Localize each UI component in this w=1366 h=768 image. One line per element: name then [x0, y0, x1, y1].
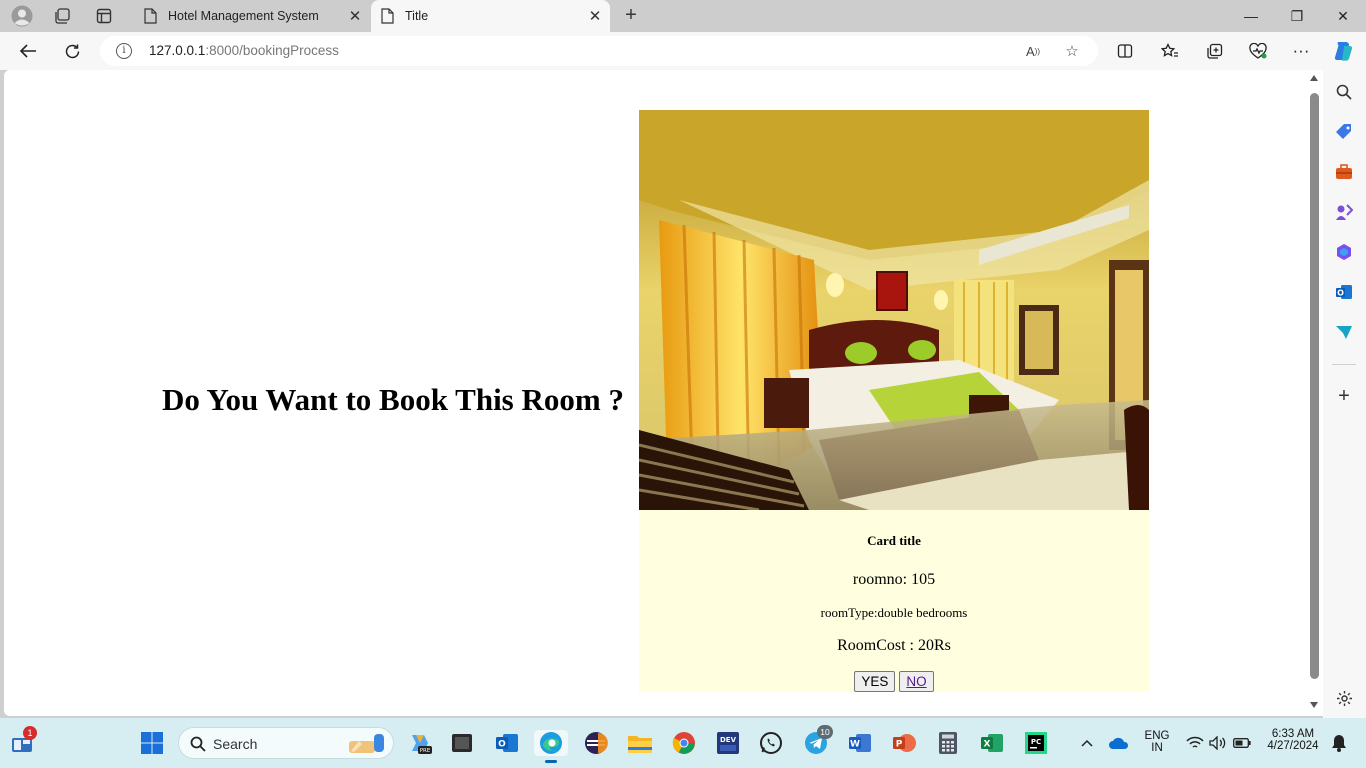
svg-text:O: O: [1337, 289, 1344, 298]
search-icon[interactable]: [1334, 82, 1354, 102]
telegram-badge: 10: [817, 725, 833, 739]
battery-icon[interactable]: [1229, 730, 1255, 756]
telegram-icon[interactable]: 10: [803, 725, 833, 756]
tab-actions-icon[interactable]: [92, 4, 116, 28]
search-icon: [190, 736, 206, 752]
show-hidden-icons-chevron-icon[interactable]: [1074, 730, 1100, 756]
outlook-icon[interactable]: O: [1334, 282, 1354, 302]
volume-icon[interactable]: [1205, 730, 1231, 756]
favorite-star-icon[interactable]: ☆: [1062, 41, 1082, 61]
region-code: IN: [1151, 742, 1163, 754]
site-info-icon[interactable]: i: [116, 43, 132, 59]
address-bar[interactable]: i 127.0.0.1:8000/bookingProcess A)) ☆: [100, 36, 1098, 66]
profile-icon[interactable]: [10, 4, 34, 28]
terminal-icon[interactable]: [449, 730, 475, 756]
svg-text:PRE: PRE: [420, 748, 431, 754]
collections-icon[interactable]: [1201, 39, 1227, 63]
browser-toolbar: i 127.0.0.1:8000/bookingProcess A)) ☆ ··…: [0, 32, 1366, 70]
copilot-icon[interactable]: [1330, 39, 1356, 63]
favorites-icon[interactable]: [1157, 39, 1183, 63]
room-card: Card title roomno: 105 roomType:double b…: [639, 110, 1149, 692]
edge-sidebar: O +: [1323, 70, 1366, 718]
page-viewport: Do You Want to Book This Room ? Card tit…: [4, 70, 1323, 716]
calculator-icon[interactable]: [935, 730, 961, 756]
scroll-up-arrow-icon[interactable]: [1310, 75, 1318, 81]
outlook-taskbar-icon[interactable]: O: [494, 730, 520, 756]
excel-icon[interactable]: X: [979, 730, 1005, 756]
room-number: roomno: 105: [852, 571, 936, 588]
edge-taskbar-icon[interactable]: [534, 730, 568, 763]
back-arrow-icon[interactable]: [15, 39, 41, 63]
clock-time: 6:33 AM: [1271, 728, 1315, 740]
search-highlight-icon: [349, 734, 384, 753]
clock-date: 4/27/2024: [1267, 740, 1319, 752]
url-text[interactable]: 127.0.0.1:8000/bookingProcess: [149, 43, 339, 58]
svg-text:P: P: [896, 740, 903, 750]
page-icon: [144, 8, 158, 24]
browser-essentials-icon[interactable]: [1245, 39, 1271, 63]
word-icon[interactable]: W: [847, 730, 873, 756]
shopping-tag-icon[interactable]: [1334, 122, 1354, 142]
refresh-icon[interactable]: [59, 39, 85, 63]
more-menu-icon[interactable]: ···: [1288, 39, 1314, 63]
onedrive-cloud-icon[interactable]: [1106, 730, 1132, 756]
tools-briefcase-icon[interactable]: [1334, 162, 1354, 182]
page-icon: [381, 8, 395, 24]
games-icon[interactable]: [1334, 202, 1354, 222]
tab-title[interactable]: Title ✕: [371, 0, 610, 32]
split-screen-icon[interactable]: [1112, 39, 1138, 63]
svg-text:W: W: [850, 740, 860, 750]
tab-close-icon[interactable]: ✕: [344, 7, 366, 25]
language-code: ENG: [1144, 730, 1170, 742]
tab-hotel-management[interactable]: Hotel Management System ✕: [134, 0, 370, 32]
tab-label: Hotel Management System: [168, 9, 319, 23]
room-cost: RoomCost : 20Rs: [837, 637, 951, 654]
booking-question-heading: Do You Want to Book This Room ?: [162, 382, 624, 417]
restore-button[interactable]: ❐: [1274, 0, 1320, 32]
room-type: roomType:double bedrooms: [820, 605, 968, 620]
scroll-down-arrow-icon[interactable]: [1310, 702, 1318, 708]
language-indicator[interactable]: ENG IN: [1140, 730, 1174, 754]
file-explorer-icon[interactable]: [627, 730, 653, 756]
scrollbar-thumb[interactable]: [1310, 93, 1319, 679]
search-placeholder: Search: [213, 736, 258, 752]
tab-label: Title: [405, 9, 429, 23]
minimize-button[interactable]: —: [1228, 0, 1274, 32]
microsoft-365-icon[interactable]: [1334, 242, 1354, 262]
widgets-badge: 1: [23, 726, 37, 740]
active-app-indicator: [545, 760, 557, 763]
copilot-preview-icon[interactable]: PRE: [407, 730, 433, 756]
eclipse-icon[interactable]: [583, 730, 609, 756]
card-title: Card title: [867, 533, 921, 548]
pycharm-icon[interactable]: PC: [1023, 730, 1049, 756]
widgets-icon[interactable]: 1: [9, 726, 37, 756]
svg-text:X: X: [984, 740, 991, 750]
sidebar-settings-gear-icon[interactable]: [1334, 688, 1354, 708]
windows-taskbar: 1 Search PRE O DEV 10 W P X PC ENG IN 6:…: [0, 718, 1366, 768]
whatsapp-icon[interactable]: [758, 730, 784, 756]
dev-app-icon[interactable]: DEV: [715, 730, 741, 756]
read-aloud-icon[interactable]: A)): [1023, 41, 1043, 61]
sidebar-divider: [1332, 364, 1356, 365]
close-window-button[interactable]: ✕: [1320, 0, 1366, 32]
notifications-bell-icon[interactable]: [1326, 730, 1352, 756]
new-tab-plus-icon[interactable]: +: [619, 4, 643, 28]
no-button[interactable]: NO: [899, 671, 934, 692]
taskbar-search-input[interactable]: Search: [178, 727, 394, 759]
workspaces-icon[interactable]: [50, 4, 74, 28]
add-sidebar-app-plus-icon[interactable]: +: [1334, 385, 1354, 407]
yes-button[interactable]: YES: [854, 671, 896, 692]
booking-buttons: YES NO: [639, 671, 1149, 692]
chrome-icon[interactable]: [671, 730, 697, 756]
svg-text:PC: PC: [1031, 738, 1041, 746]
powerpoint-icon[interactable]: P: [891, 730, 917, 756]
start-windows-icon[interactable]: [139, 730, 165, 756]
tab-close-icon[interactable]: ✕: [584, 7, 606, 25]
room-photo: [639, 110, 1149, 510]
svg-text:DEV: DEV: [720, 736, 737, 744]
clock[interactable]: 6:33 AM 4/27/2024: [1262, 728, 1324, 752]
send-drop-icon[interactable]: [1334, 322, 1354, 342]
svg-text:O: O: [498, 740, 506, 750]
browser-title-bar: Hotel Management System ✕ Title ✕ + — ❐ …: [0, 0, 1366, 32]
